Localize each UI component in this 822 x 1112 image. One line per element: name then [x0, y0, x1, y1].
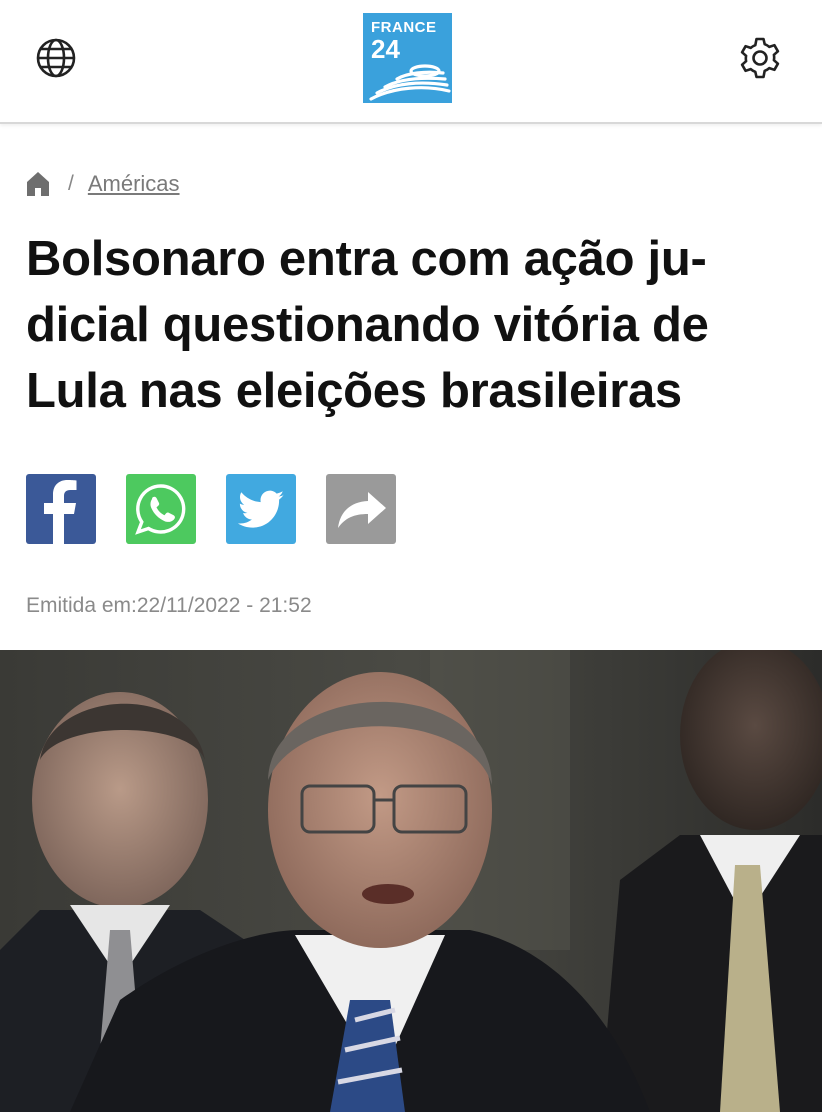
facebook-icon: [44, 480, 77, 544]
article-photo: [0, 650, 822, 1112]
article-title: Bolsonaro entra com ação ju-dicial quest…: [26, 232, 709, 418]
twitter-icon: [237, 490, 284, 528]
breadcrumb-separator: /: [68, 172, 74, 195]
publish-date: Emitida em:22/11/2022 - 21:52: [26, 594, 312, 617]
generic-share-button[interactable]: [326, 474, 396, 544]
whatsapp-icon: [135, 484, 186, 535]
france24-logo[interactable]: FRANCE 24: [363, 13, 452, 103]
twitter-share-button[interactable]: [226, 474, 296, 544]
top-header: FRANCE 24: [0, 0, 822, 124]
home-icon[interactable]: [26, 171, 50, 197]
share-arrow-icon: [338, 492, 386, 528]
facebook-share-button[interactable]: [26, 474, 96, 544]
breadcrumb-section-link[interactable]: Américas: [88, 171, 180, 197]
gear-icon[interactable]: [734, 32, 786, 84]
breadcrumb: / Américas: [26, 164, 180, 204]
logo-text-24: 24: [371, 34, 400, 64]
whatsapp-share-button[interactable]: [126, 474, 196, 544]
globe-icon[interactable]: [30, 32, 82, 84]
